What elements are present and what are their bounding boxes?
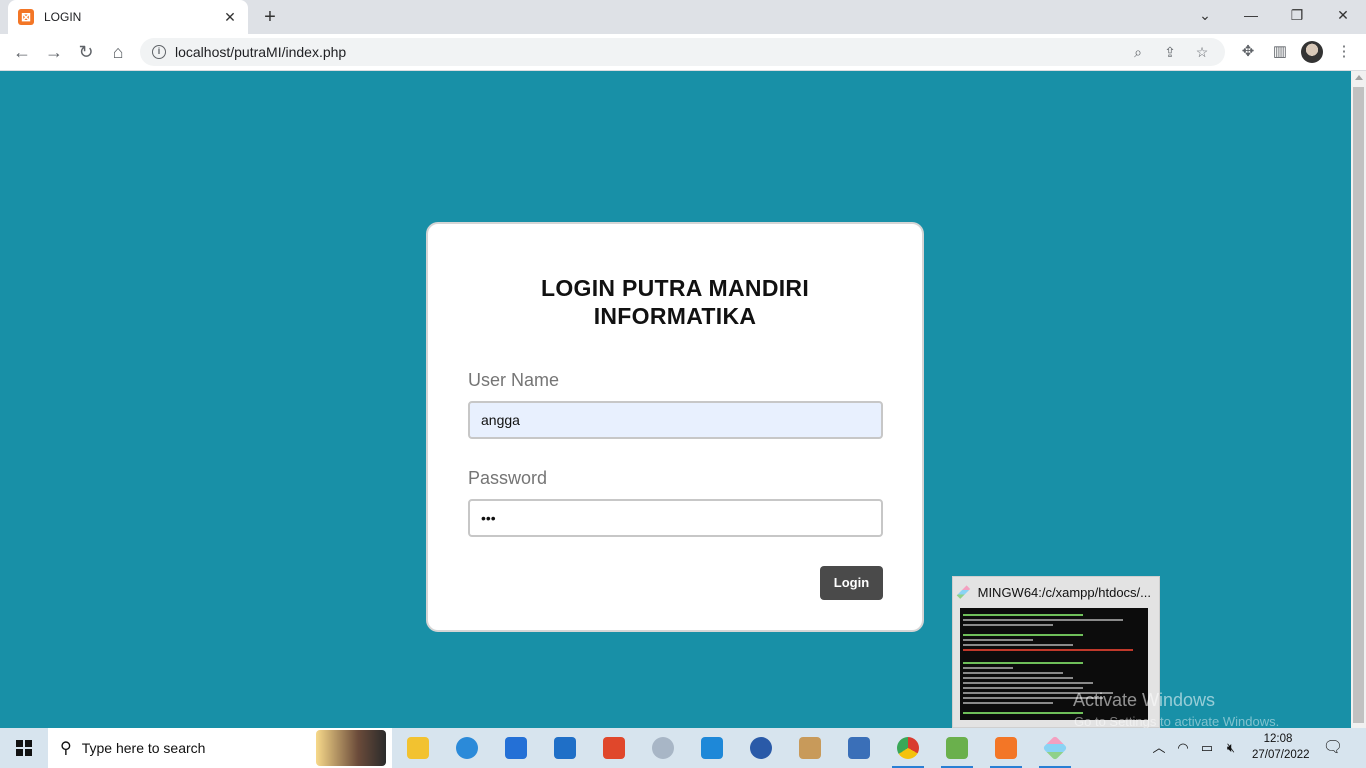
notification-icon[interactable]: 🗨︎: [1318, 728, 1348, 768]
login-title-line1: LOGIN PUTRA MANDIRI: [540, 275, 810, 301]
start-button[interactable]: [0, 728, 48, 768]
page-scrollbar[interactable]: [1351, 71, 1366, 728]
restore-icon[interactable]: ❐: [1274, 0, 1320, 34]
app-w-taskbar-icon[interactable]: [737, 728, 785, 768]
login-title: LOGIN PUTRA MANDIRI INFORMATIKA: [428, 274, 922, 330]
profile-avatar[interactable]: [1301, 41, 1323, 63]
vscode-taskbar-icon[interactable]: [688, 728, 736, 768]
login-title-line2: INFORMATIKA: [593, 303, 757, 329]
back-arrow-icon[interactable]: ←: [8, 38, 36, 66]
chrome-taskbar-icon[interactable]: [884, 728, 932, 768]
url-text[interactable]: localhost/putraMI/index.php: [175, 44, 1117, 60]
tab-title: LOGIN: [44, 10, 82, 24]
tab-search-icon[interactable]: ⌄: [1182, 0, 1228, 34]
username-label: User Name: [468, 370, 560, 390]
activate-windows-subtext: Go to Settings to activate Windows.: [1074, 714, 1280, 729]
extensions-icon[interactable]: ✥: [1234, 38, 1262, 66]
scroll-up-arrow-icon[interactable]: [1355, 75, 1363, 80]
preview-title: MINGW64:/c/xampp/htdocs/...: [977, 584, 1151, 600]
preview-header: MINGW64:/c/xampp/htdocs/...: [953, 577, 1159, 607]
store-taskbar-icon[interactable]: [492, 728, 540, 768]
mail-taskbar-icon[interactable]: [541, 728, 589, 768]
side-panel-icon[interactable]: ▥: [1266, 38, 1294, 66]
taskbar-clock[interactable]: 12:08 27/07/2022: [1252, 731, 1310, 763]
wifi-icon[interactable]: ◠: [1172, 728, 1194, 768]
login-card: LOGIN PUTRA MANDIRI INFORMATIKA User Nam…: [426, 222, 924, 632]
forward-arrow-icon[interactable]: →: [40, 38, 68, 66]
zoom-search-icon[interactable]: ⌕: [1127, 44, 1149, 61]
search-placeholder[interactable]: Type here to search: [82, 740, 316, 756]
git-bash-taskbar-icon[interactable]: [1031, 728, 1079, 768]
speaker-muted-icon[interactable]: 🔇︎: [1220, 728, 1242, 768]
search-icon: ⚲: [60, 740, 72, 757]
home-icon[interactable]: ⌂: [104, 38, 132, 66]
new-tab-button[interactable]: +: [258, 5, 282, 29]
activate-windows-watermark: Activate Windows: [1073, 690, 1216, 710]
bookmark-star-icon[interactable]: ☆: [1191, 44, 1213, 61]
xampp-favicon-icon: ⊠: [18, 9, 34, 25]
search-highlight-image[interactable]: [316, 730, 386, 766]
menu-kebab-icon[interactable]: ⋮: [1330, 38, 1358, 66]
address-bar[interactable]: i localhost/putraMI/index.php ⌕ ⇪ ☆: [140, 38, 1225, 66]
password-input[interactable]: •••: [468, 499, 883, 537]
settings-tool-taskbar-icon[interactable]: [639, 728, 687, 768]
reload-icon[interactable]: ↻: [72, 38, 100, 66]
login-button[interactable]: Login: [820, 566, 883, 600]
browser-tabstrip: ⊠ LOGIN ✕ + ⌄ — ❐ ✕: [0, 0, 1366, 34]
paint-taskbar-icon[interactable]: [786, 728, 834, 768]
git-bash-icon: [956, 585, 970, 599]
clock-time: 12:08: [1263, 733, 1293, 745]
xampp-taskbar-icon[interactable]: [982, 728, 1030, 768]
windows-taskbar: ⚲ Type here to search ︿ ◠ ▭ 🔇︎ 12:08 27/…: [0, 728, 1366, 768]
tray-chevron-icon[interactable]: ︿: [1148, 728, 1170, 768]
browser-tab[interactable]: ⊠ LOGIN ✕: [8, 0, 248, 34]
battery-icon[interactable]: ▭: [1196, 728, 1218, 768]
clock-date: 27/07/2022: [1252, 749, 1310, 761]
notepad-plus-taskbar-icon[interactable]: [933, 728, 981, 768]
site-info-icon[interactable]: i: [152, 45, 166, 59]
close-window-icon[interactable]: ✕: [1320, 0, 1366, 34]
share-icon[interactable]: ⇪: [1159, 44, 1181, 61]
password-label: Password: [468, 468, 548, 488]
taskbar-search[interactable]: ⚲ Type here to search: [48, 728, 392, 768]
tab-close-icon[interactable]: ✕: [222, 9, 238, 26]
minimize-icon[interactable]: —: [1228, 0, 1274, 34]
windows-logo-icon: [16, 740, 32, 756]
edge-taskbar-icon[interactable]: [443, 728, 491, 768]
browser-toolbar: ← → ↻ ⌂ i localhost/putraMI/index.php ⌕ …: [0, 34, 1366, 71]
username-input[interactable]: angga: [468, 401, 883, 439]
app-window-taskbar-icon[interactable]: [835, 728, 883, 768]
scroll-thumb[interactable]: [1353, 87, 1364, 723]
office-taskbar-icon[interactable]: [590, 728, 638, 768]
file-explorer-taskbar-icon[interactable]: [394, 728, 442, 768]
